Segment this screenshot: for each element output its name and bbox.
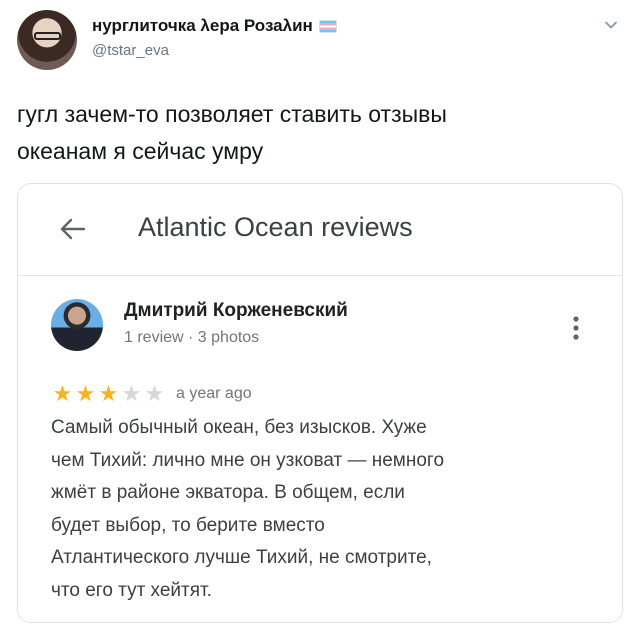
tweet-text: гугл зачем-то позволяет ставить отзывы о…: [17, 96, 617, 170]
tweet-text-content: гугл зачем-то позволяет ставить отзывы о…: [17, 101, 447, 164]
user-handle[interactable]: @tstar_eva: [92, 42, 169, 59]
rating-row: ★ ★ ★ ★ ★ a year ago: [51, 382, 252, 406]
chevron-down-icon[interactable]: [604, 18, 618, 32]
star-empty-icon: ★: [144, 381, 165, 406]
card-header: Atlantic Ocean reviews: [18, 184, 622, 276]
review-text: Самый обычный океан, без изысков. Хуже ч…: [51, 417, 445, 601]
star-filled-icon: ★: [98, 381, 119, 406]
more-vertical-icon[interactable]: [566, 314, 586, 342]
review-time: a year ago: [176, 385, 252, 402]
star-rating: ★ ★ ★ ★ ★: [51, 383, 166, 405]
display-name[interactable]: нурглиточка λера Розаλин: [92, 16, 313, 36]
embedded-screenshot-card[interactable]: Atlantic Ocean reviews Дмитрий Корженевс…: [17, 183, 623, 623]
user-avatar[interactable]: [17, 10, 77, 70]
transgender-flag-icon: [318, 19, 337, 33]
reviewer-avatar[interactable]: [51, 299, 103, 351]
display-name-row: нурглиточка λера Розаλин: [92, 14, 337, 38]
page-title: Atlantic Ocean reviews: [138, 212, 413, 242]
arrow-left-icon[interactable]: [58, 214, 88, 244]
star-empty-icon: ★: [121, 381, 142, 406]
tweet-header: нурглиточка λера Розаλин @tstar_eva: [0, 0, 640, 84]
reviewer-meta: 1 review · 3 photos: [124, 329, 260, 346]
star-filled-icon: ★: [75, 381, 96, 406]
star-filled-icon: ★: [52, 381, 73, 406]
reviewer-name[interactable]: Дмитрий Корженевский: [124, 300, 348, 322]
